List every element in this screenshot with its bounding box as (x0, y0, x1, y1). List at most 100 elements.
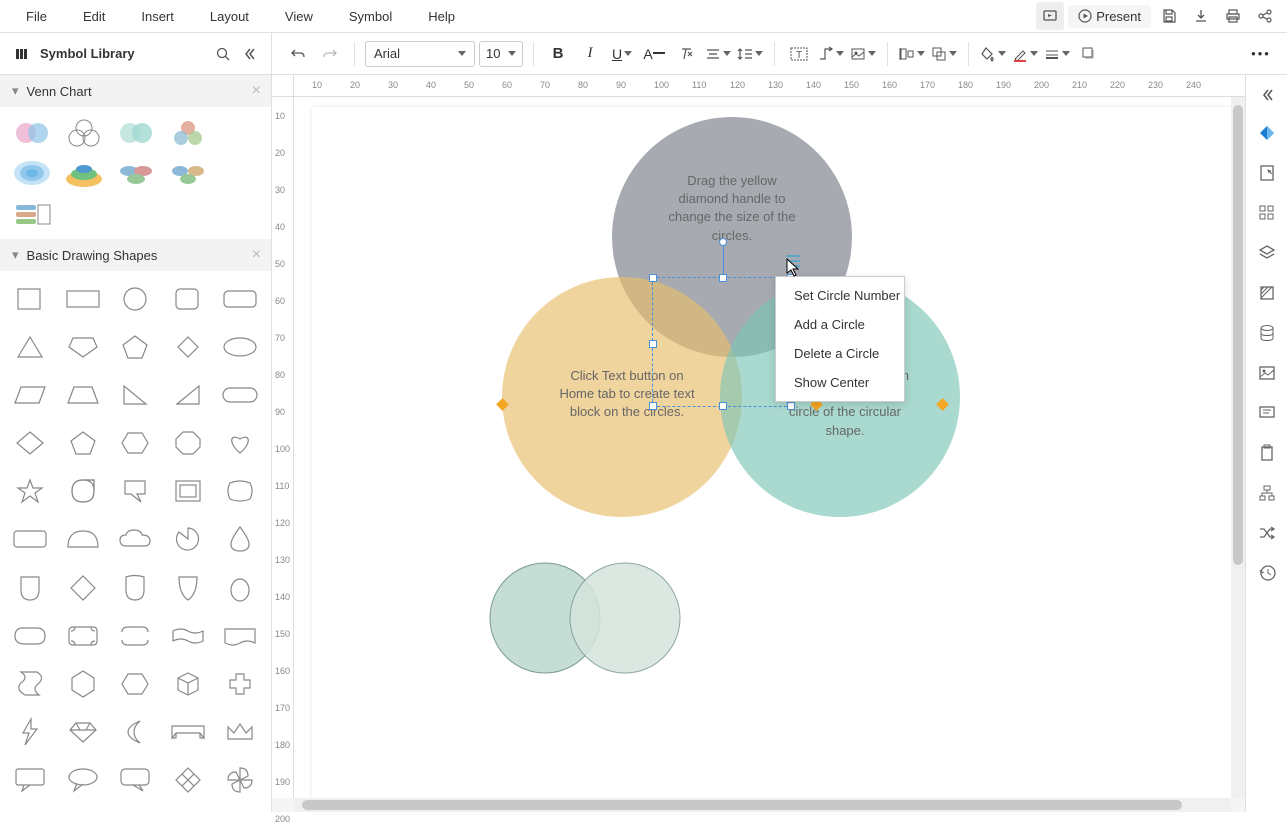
shape-rounded-rect2[interactable] (6, 519, 54, 559)
venn-thumb-2[interactable] (62, 117, 106, 149)
menu-insert[interactable]: Insert (123, 1, 192, 32)
font-size-select[interactable]: 10 (479, 41, 523, 67)
shape-octagon[interactable] (164, 423, 212, 463)
shape-diamond-sm[interactable] (164, 327, 212, 367)
redo-button[interactable] (316, 40, 344, 68)
shape-shield3[interactable] (164, 568, 212, 608)
comments-icon[interactable] (1253, 399, 1281, 427)
venn-thumb-4[interactable] (166, 117, 210, 149)
collapse-sidebar-icon[interactable] (241, 46, 257, 62)
font-select[interactable]: Arial (365, 41, 475, 67)
shadow-button[interactable] (1075, 40, 1103, 68)
scrollbar-horizontal[interactable] (294, 798, 1231, 812)
shape-banner2[interactable] (216, 616, 264, 656)
history-icon[interactable] (1253, 559, 1281, 587)
line-spacing-button[interactable] (736, 40, 764, 68)
group-button[interactable] (930, 40, 958, 68)
undo-button[interactable] (284, 40, 312, 68)
shape-heart[interactable] (216, 423, 264, 463)
shape-wave-rect[interactable] (164, 616, 212, 656)
shape-pentagon-flat[interactable] (59, 327, 107, 367)
shape-speech-rect[interactable] (6, 760, 54, 800)
expand-sidebar-icon[interactable] (1255, 83, 1279, 107)
shape-diamond[interactable] (6, 423, 54, 463)
connector-button[interactable] (817, 40, 845, 68)
close-panel-icon[interactable]: × (252, 82, 261, 100)
align-button[interactable] (704, 40, 732, 68)
shape-rectangle[interactable] (59, 279, 107, 319)
shape-pentagon[interactable] (111, 327, 159, 367)
shape-parallelogram[interactable] (6, 375, 54, 415)
canvas-viewport[interactable]: Drag the yellow diamond handle to change… (294, 97, 1231, 798)
shape-plaque[interactable] (59, 616, 107, 656)
shape-star[interactable] (6, 471, 54, 511)
menu-edit[interactable]: Edit (65, 1, 123, 32)
clipboard-icon[interactable] (1253, 439, 1281, 467)
menu-show-center[interactable]: Show Center (776, 368, 904, 397)
shape-hexagon[interactable] (111, 423, 159, 463)
shape-egg[interactable] (216, 568, 264, 608)
fill-button[interactable] (979, 40, 1007, 68)
download-icon[interactable] (1187, 2, 1215, 30)
canvas[interactable]: Drag the yellow diamond handle to change… (312, 107, 1231, 798)
search-icon[interactable] (215, 46, 231, 62)
shape-trapezoid[interactable] (59, 375, 107, 415)
text-box-button[interactable]: T (785, 40, 813, 68)
venn-thumb-7[interactable] (114, 157, 158, 189)
shape-drop[interactable] (216, 519, 264, 559)
menu-help[interactable]: Help (410, 1, 473, 32)
shape-ellipse[interactable] (216, 327, 264, 367)
basic-shapes-panel-header[interactable]: ▾ Basic Drawing Shapes × (0, 239, 271, 271)
shape-right-triangle-2[interactable] (164, 375, 212, 415)
save-icon[interactable] (1155, 2, 1183, 30)
shape-lightning[interactable] (6, 712, 54, 752)
share-icon[interactable] (1251, 2, 1279, 30)
font-color-button[interactable]: A (640, 40, 668, 68)
venn-thumb-9[interactable] (10, 197, 54, 229)
menu-delete-circle[interactable]: Delete a Circle (776, 339, 904, 368)
align-objects-button[interactable] (898, 40, 926, 68)
shape-square[interactable] (6, 279, 54, 319)
layers-icon[interactable] (1253, 239, 1281, 267)
shape-teardrop[interactable] (59, 471, 107, 511)
present-button[interactable]: Present (1068, 5, 1151, 28)
shape-moon[interactable] (111, 712, 159, 752)
menu-symbol[interactable]: Symbol (331, 1, 410, 32)
shape-wave[interactable] (6, 664, 54, 704)
shape-cube[interactable] (164, 664, 212, 704)
page-setup-icon[interactable] (1253, 159, 1281, 187)
venn-thumb-5[interactable] (10, 157, 54, 189)
scrollbar-vertical[interactable] (1231, 97, 1245, 798)
shape-circle[interactable] (111, 279, 159, 319)
shape-plus[interactable] (216, 664, 264, 704)
shape-callout[interactable] (111, 471, 159, 511)
shape-triangle[interactable] (6, 327, 54, 367)
shape-cushion[interactable] (216, 471, 264, 511)
slideshow-icon[interactable] (1036, 2, 1064, 30)
shuffle-icon[interactable] (1253, 519, 1281, 547)
venn-chart-panel-header[interactable]: ▾ Venn Chart × (0, 75, 271, 107)
clear-format-button[interactable] (672, 40, 700, 68)
shape-rounded-square[interactable] (164, 279, 212, 319)
grid-icon[interactable] (1253, 199, 1281, 227)
shape-rounded-rect[interactable] (216, 279, 264, 319)
shape-pinwheel[interactable] (216, 760, 264, 800)
line-color-button[interactable] (1011, 40, 1039, 68)
shape-shield[interactable] (6, 568, 54, 608)
shape-pentagon2[interactable] (59, 423, 107, 463)
shape-4diamonds[interactable] (164, 760, 212, 800)
shape-shield2[interactable] (111, 568, 159, 608)
menu-set-circle-number[interactable]: Set Circle Number (776, 281, 904, 310)
shape-banner[interactable] (164, 712, 212, 752)
shape-crown[interactable] (216, 712, 264, 752)
menu-view[interactable]: View (267, 1, 331, 32)
shape-hexagon3[interactable] (111, 664, 159, 704)
print-icon[interactable] (1219, 2, 1247, 30)
picture-icon[interactable] (1253, 359, 1281, 387)
menu-file[interactable]: File (8, 1, 65, 32)
underline-button[interactable]: U (608, 40, 636, 68)
shape-right-triangle[interactable] (111, 375, 159, 415)
shape-frame[interactable] (164, 471, 212, 511)
venn-2-circles[interactable] (487, 555, 707, 685)
image-button[interactable] (849, 40, 877, 68)
